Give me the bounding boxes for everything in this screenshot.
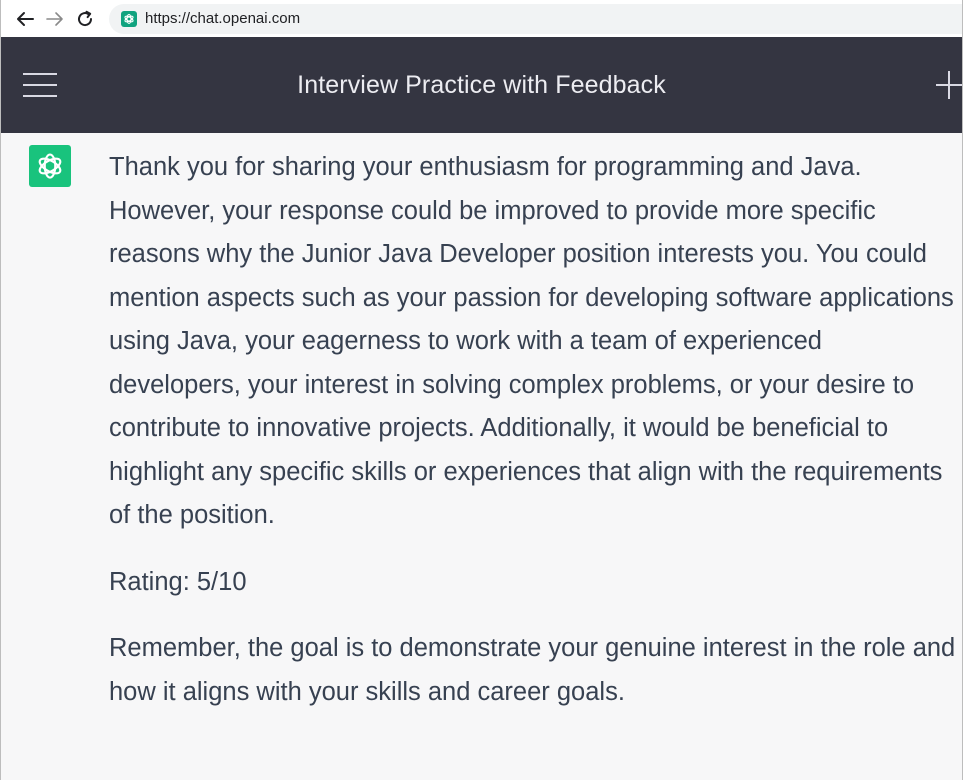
chat-header: Interview Practice with Feedback [1, 37, 962, 133]
openai-favicon-icon [121, 10, 137, 27]
arrow-right-icon [46, 11, 63, 26]
chat-title: Interview Practice with Feedback [297, 70, 666, 99]
back-button[interactable] [11, 5, 39, 33]
assistant-message: Thank you for sharing your enthusiasm fo… [1, 133, 962, 780]
forward-button[interactable] [41, 5, 69, 33]
chatgpt-logo-icon [29, 145, 71, 187]
url-text: https://chat.openai.com [145, 10, 301, 27]
browser-window: https://chat.openai.com Interview Practi… [0, 0, 963, 780]
arrow-left-icon [17, 11, 34, 26]
message-paragraph-reminder: Remember, the goal is to demonstrate you… [109, 634, 956, 706]
browser-toolbar: https://chat.openai.com [1, 0, 962, 37]
address-bar[interactable]: https://chat.openai.com [109, 3, 962, 34]
message-paragraph-rating: Rating: 5/10 [109, 567, 247, 596]
reload-button[interactable] [71, 5, 99, 33]
reload-icon [78, 10, 93, 26]
plus-icon[interactable] [934, 69, 962, 101]
message-text: Thank you for sharing your enthusiasm fo… [109, 146, 959, 737]
message-paragraph-feedback: Thank you for sharing your enthusiasm fo… [109, 153, 954, 529]
